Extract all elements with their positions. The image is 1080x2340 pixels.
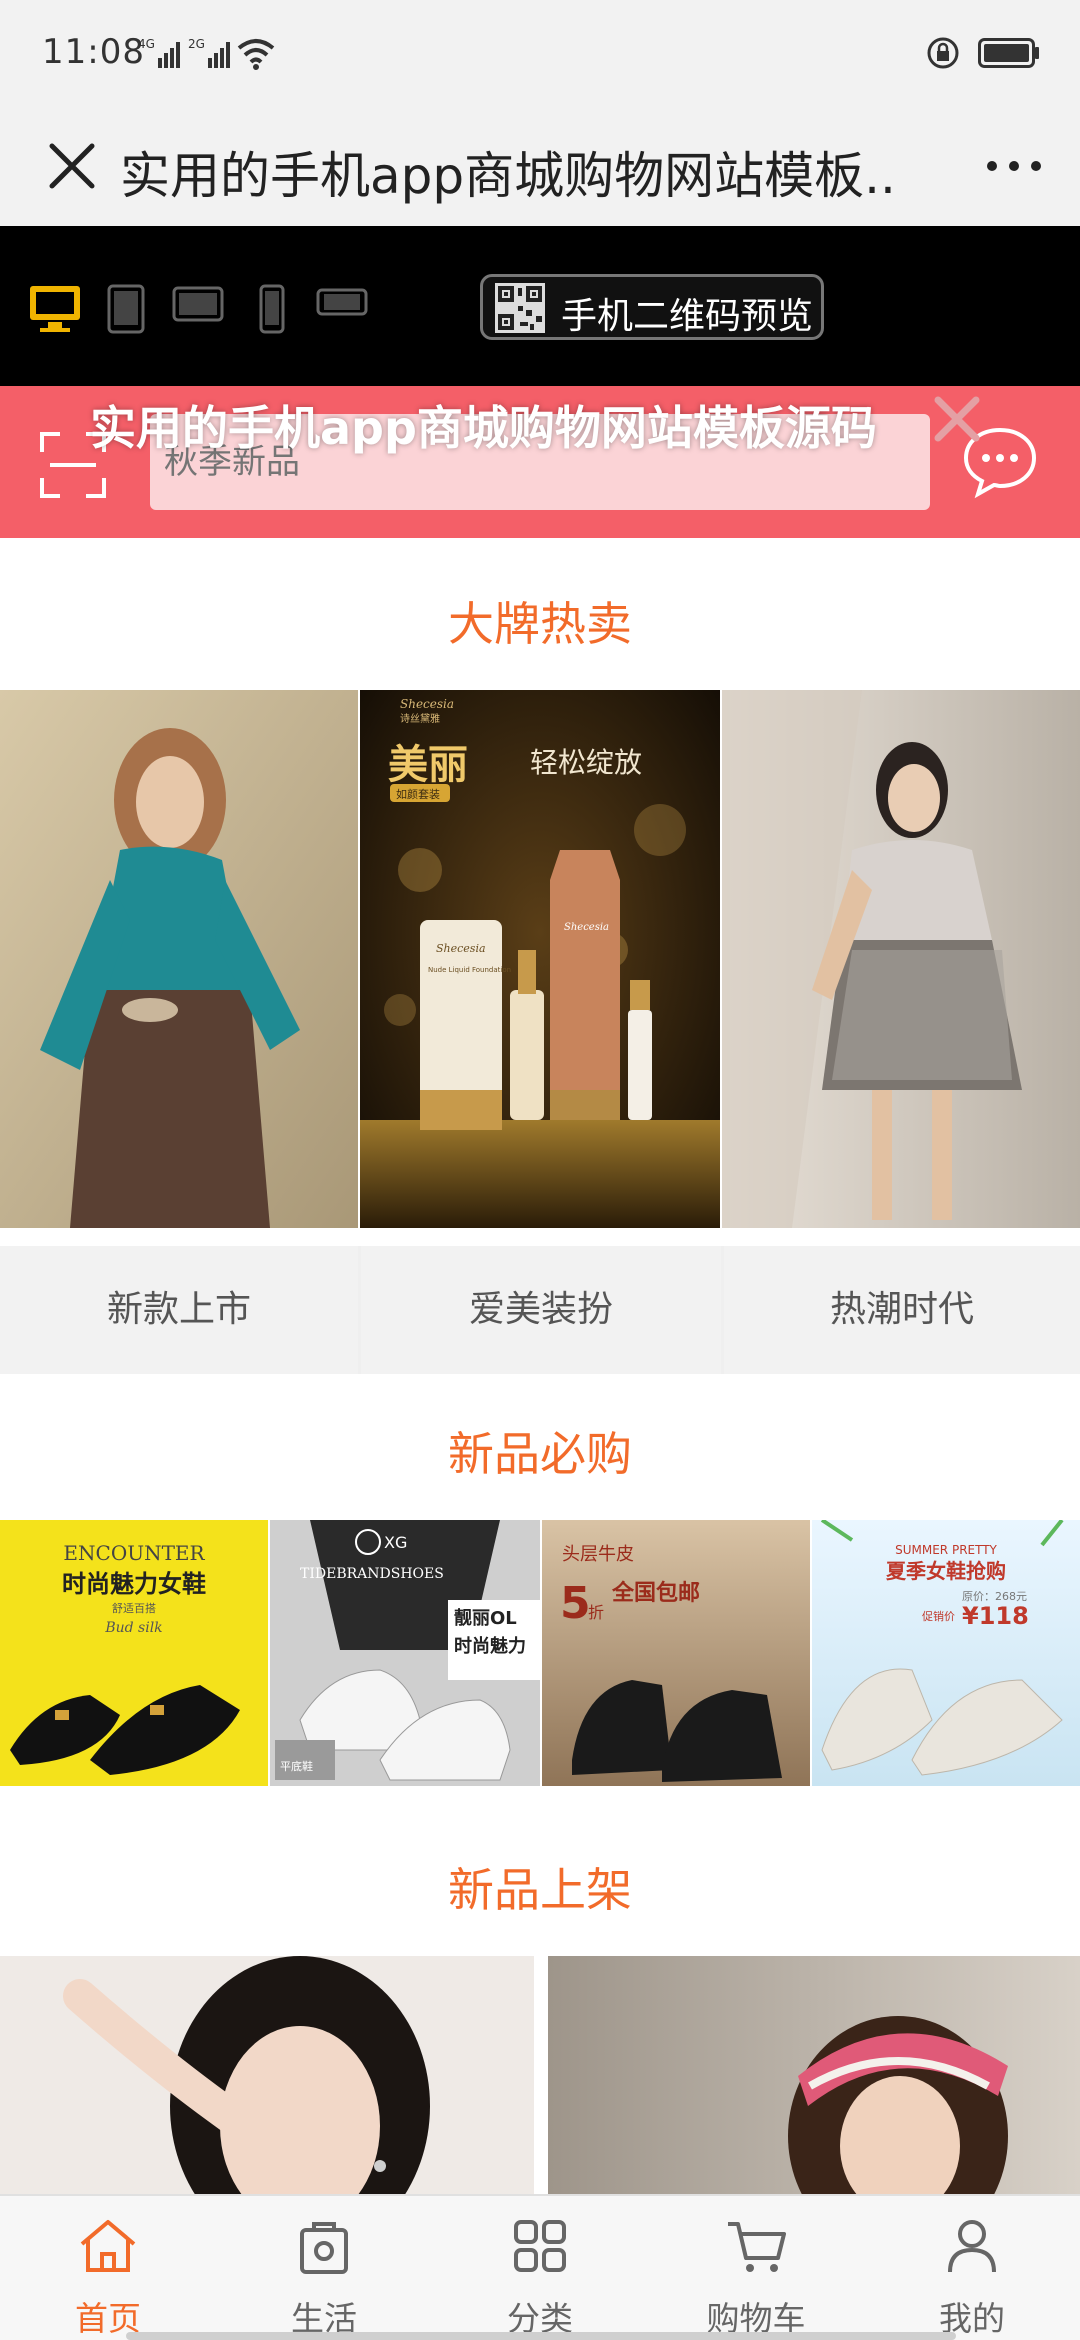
nav-cart[interactable]: 购物车 [648, 2196, 864, 2340]
cart-icon [728, 2222, 786, 2272]
svg-text:折: 折 [588, 1603, 604, 1622]
device-preview-bar: 手机二维码预览 [0, 226, 1080, 386]
svg-text:全国包邮: 全国包邮 [611, 1580, 700, 1606]
page-title: 实用的手机app商城购物网站模板... [120, 147, 900, 205]
teal-sweater-model-image [0, 690, 358, 1228]
svg-text:Shecesia: Shecesia [400, 697, 454, 711]
desktop-icon[interactable] [28, 284, 82, 334]
home-indicator[interactable] [126, 2332, 956, 2340]
cosmetics-ad-image: Shecesia 诗丝黛雅 美丽 轻松绽放 如颜套装 Shecesia Nude… [360, 690, 720, 1228]
battery-icon [978, 38, 1039, 68]
close-icon[interactable] [36, 130, 108, 202]
svg-text:时尚魅力女鞋: 时尚魅力女鞋 [62, 1570, 206, 1598]
svg-text:TIDEBRANDSHOES: TIDEBRANDSHOES [300, 1566, 444, 1582]
wifi-icon [237, 39, 275, 70]
must-buy-item-4[interactable]: SUMMER PRETTY 夏季女鞋抢购 原价：268元 促销价 ¥118 [812, 1520, 1080, 1786]
nav-category[interactable]: 分类 [432, 2196, 648, 2340]
home-icon [80, 2220, 136, 2272]
svg-text:轻松绽放: 轻松绽放 [530, 746, 642, 779]
black-hair-model-image [0, 1956, 534, 2194]
headscarf-model-image [548, 1956, 1080, 2194]
brand-image-2[interactable]: Shecesia 诗丝黛雅 美丽 轻松绽放 如颜套装 Shecesia Nude… [360, 690, 720, 1228]
svg-text:美丽: 美丽 [388, 742, 468, 788]
signal-4g-icon: 4G [138, 37, 180, 68]
phone-landscape-icon[interactable] [316, 284, 368, 320]
must-buy-item-3[interactable]: 头层牛皮 5 折 全国包邮 [542, 1520, 810, 1786]
title-bar: 实用的手机app商城购物网站模板... [0, 110, 1080, 226]
overlay-close-icon[interactable] [930, 392, 984, 446]
rotation-lock-icon [927, 37, 959, 69]
svg-text:平底鞋: 平底鞋 [280, 1759, 313, 1773]
must-buy-item-1[interactable]: ENCOUNTER 时尚魅力女鞋 舒适百搭 Bud silk [0, 1520, 268, 1786]
tablet-icon[interactable] [106, 284, 146, 334]
user-icon [948, 2220, 996, 2273]
nav-profile[interactable]: 我的 [864, 2196, 1080, 2340]
status-right [926, 36, 1040, 70]
nude-pumps-image: SUMMER PRETTY 夏季女鞋抢购 原价：268元 促销价 ¥118 [812, 1520, 1080, 1786]
svg-text:4G: 4G [138, 37, 155, 51]
life-bag-icon [300, 2222, 348, 2274]
nav-life[interactable]: 生活 [216, 2196, 432, 2340]
category-grid-icon [514, 2220, 566, 2272]
section-title-brand-hot: 大牌热卖 [448, 597, 632, 651]
svg-text:Bud silk: Bud silk [104, 1620, 162, 1636]
svg-text:如颜套装: 如颜套装 [396, 787, 440, 801]
brand-image-1[interactable] [0, 690, 358, 1228]
overlay-title: 实用的手机app商城购物网站模板源码 [90, 401, 877, 455]
phone-icon[interactable] [258, 284, 286, 334]
black-heels-image: ENCOUNTER 时尚魅力女鞋 舒适百搭 Bud silk [0, 1520, 268, 1786]
black-boots-image: 头层牛皮 5 折 全国包邮 [542, 1520, 810, 1786]
svg-text:5: 5 [560, 1578, 591, 1629]
tablet-landscape-icon[interactable] [172, 284, 224, 324]
floral-dress-model-image [722, 690, 1080, 1228]
nav-home[interactable]: 首页 [0, 2196, 216, 2340]
svg-text:时尚魅力: 时尚魅力 [454, 1635, 526, 1657]
section-title-must-buy: 新品必购 [448, 1427, 632, 1481]
svg-text:¥118: ¥118 [962, 1602, 1029, 1630]
signal-2g-icon: 2G [188, 37, 230, 68]
white-sneakers-image: XG TIDEBRANDSHOES 靓丽OL 时尚魅力 平底鞋 [270, 1520, 540, 1786]
category-beauty[interactable]: 爱美装扮 [361, 1246, 721, 1374]
svg-text:ENCOUNTER: ENCOUNTER [63, 1541, 205, 1565]
svg-text:诗丝黛雅: 诗丝黛雅 [400, 712, 440, 725]
new-arrival-item-1[interactable] [0, 1956, 534, 2194]
brand-image-3[interactable] [722, 690, 1080, 1228]
svg-text:XG: XG [384, 1533, 407, 1552]
status-time: 11:08 [42, 32, 145, 72]
qr-preview-label: 手机二维码预览 [561, 296, 814, 337]
svg-text:头层牛皮: 头层牛皮 [562, 1544, 634, 1565]
svg-text:Shecesia: Shecesia [436, 942, 486, 955]
category-trend[interactable]: 热潮时代 [724, 1246, 1080, 1374]
svg-text:Nude Liquid Foundation: Nude Liquid Foundation [428, 966, 511, 974]
svg-text:舒适百搭: 舒适百搭 [112, 1601, 156, 1615]
new-arrival-item-2[interactable] [548, 1956, 1080, 2194]
svg-text:Shecesia: Shecesia [564, 922, 609, 933]
svg-text:靓丽OL: 靓丽OL [454, 1607, 517, 1629]
must-buy-item-2[interactable]: XG TIDEBRANDSHOES 靓丽OL 时尚魅力 平底鞋 [270, 1520, 540, 1786]
svg-text:2G: 2G [188, 37, 205, 51]
bottom-nav: 首页 生活 分类 购物车 我的 [0, 2194, 1080, 2340]
more-icon[interactable] [978, 130, 1050, 202]
svg-text:夏季女鞋抢购: 夏季女鞋抢购 [886, 1559, 1006, 1583]
category-strip: 新款上市 爱美装扮 热潮时代 [0, 1246, 1080, 1374]
svg-text:促销价: 促销价 [922, 1609, 955, 1623]
section-title-new-arrivals: 新品上架 [448, 1863, 632, 1917]
qr-preview-button[interactable]: 手机二维码预览 [480, 274, 824, 340]
svg-text:SUMMER PRETTY: SUMMER PRETTY [895, 1543, 997, 1557]
category-new-arrivals[interactable]: 新款上市 [0, 1246, 358, 1374]
qr-code-icon [495, 283, 545, 333]
status-bar: 11:08 4G 2G [0, 0, 1080, 110]
